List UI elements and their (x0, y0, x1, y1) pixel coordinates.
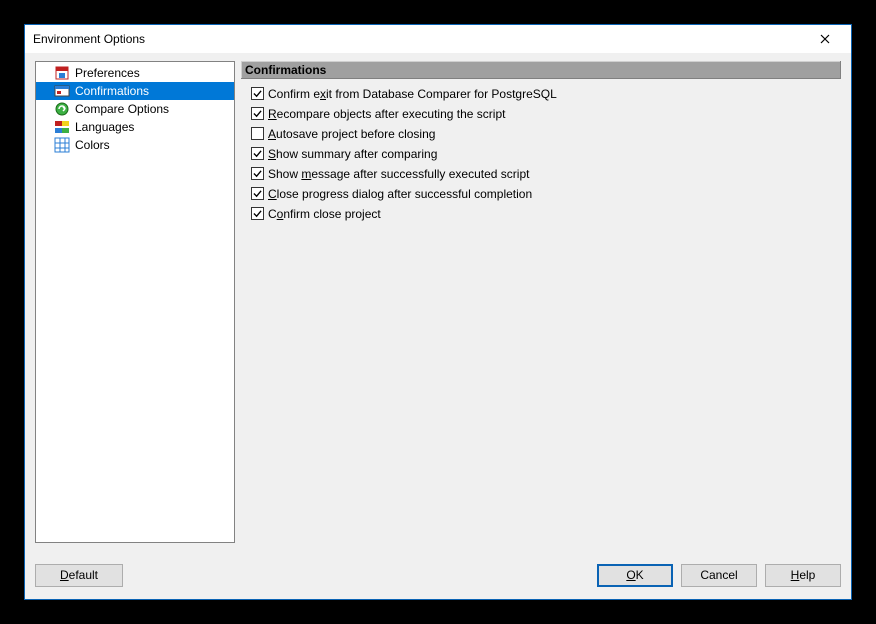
help-button[interactable]: Help (765, 564, 841, 587)
checkbox-label: Close progress dialog after successful c… (268, 187, 532, 201)
checkbox-label: Confirm exit from Database Comparer for … (268, 87, 557, 101)
window-title: Environment Options (33, 32, 805, 46)
nav-label: Compare Options (75, 100, 169, 118)
checkbox-autosave-project[interactable]: Autosave project before closing (251, 125, 841, 142)
nav-item-languages[interactable]: Languages (36, 118, 234, 136)
checkbox-close-progress[interactable]: Close progress dialog after successful c… (251, 185, 841, 202)
checkbox-icon (251, 147, 264, 160)
ok-button[interactable]: OK (597, 564, 673, 587)
nav-label: Confirmations (75, 82, 149, 100)
default-button[interactable]: Default (35, 564, 123, 587)
checkbox-recompare-objects[interactable]: Recompare objects after executing the sc… (251, 105, 841, 122)
content-panel: Confirmations Confirm exit from Database… (241, 61, 841, 543)
preferences-icon (54, 65, 70, 81)
nav-item-colors[interactable]: Colors (36, 136, 234, 154)
options-list: Confirm exit from Database Comparer for … (241, 79, 841, 222)
nav-item-compare-options[interactable]: Compare Options (36, 100, 234, 118)
section-header: Confirmations (241, 61, 841, 79)
close-icon (820, 34, 830, 44)
nav-item-preferences[interactable]: Preferences (36, 64, 234, 82)
checkbox-label: Confirm close project (268, 207, 381, 221)
colors-icon (54, 137, 70, 153)
checkbox-icon (251, 127, 264, 140)
checkbox-show-summary[interactable]: Show summary after comparing (251, 145, 841, 162)
nav-label: Languages (75, 118, 134, 136)
dialog-body: Preferences Confirmations Compare Option… (25, 53, 851, 599)
dialog-window: Environment Options Preferences (24, 24, 852, 600)
panels: Preferences Confirmations Compare Option… (35, 61, 841, 543)
cancel-button[interactable]: Cancel (681, 564, 757, 587)
checkbox-icon (251, 87, 264, 100)
checkbox-confirm-close-project[interactable]: Confirm close project (251, 205, 841, 222)
nav-label: Colors (75, 136, 110, 154)
checkbox-label: Show message after successfully executed… (268, 167, 529, 181)
close-button[interactable] (805, 27, 845, 51)
checkbox-icon (251, 107, 264, 120)
checkbox-label: Recompare objects after executing the sc… (268, 107, 505, 121)
nav-tree: Preferences Confirmations Compare Option… (35, 61, 235, 543)
button-bar: Default OK Cancel Help (35, 561, 841, 589)
checkbox-label: Autosave project before closing (268, 127, 435, 141)
checkbox-show-message[interactable]: Show message after successfully executed… (251, 165, 841, 182)
titlebar: Environment Options (25, 25, 851, 53)
nav-label: Preferences (75, 64, 140, 82)
languages-icon (54, 119, 70, 135)
confirmations-icon (54, 83, 70, 99)
checkbox-label: Show summary after comparing (268, 147, 437, 161)
checkbox-icon (251, 207, 264, 220)
compare-options-icon (54, 101, 70, 117)
checkbox-icon (251, 187, 264, 200)
checkbox-icon (251, 167, 264, 180)
nav-item-confirmations[interactable]: Confirmations (36, 82, 234, 100)
checkbox-confirm-exit[interactable]: Confirm exit from Database Comparer for … (251, 85, 841, 102)
